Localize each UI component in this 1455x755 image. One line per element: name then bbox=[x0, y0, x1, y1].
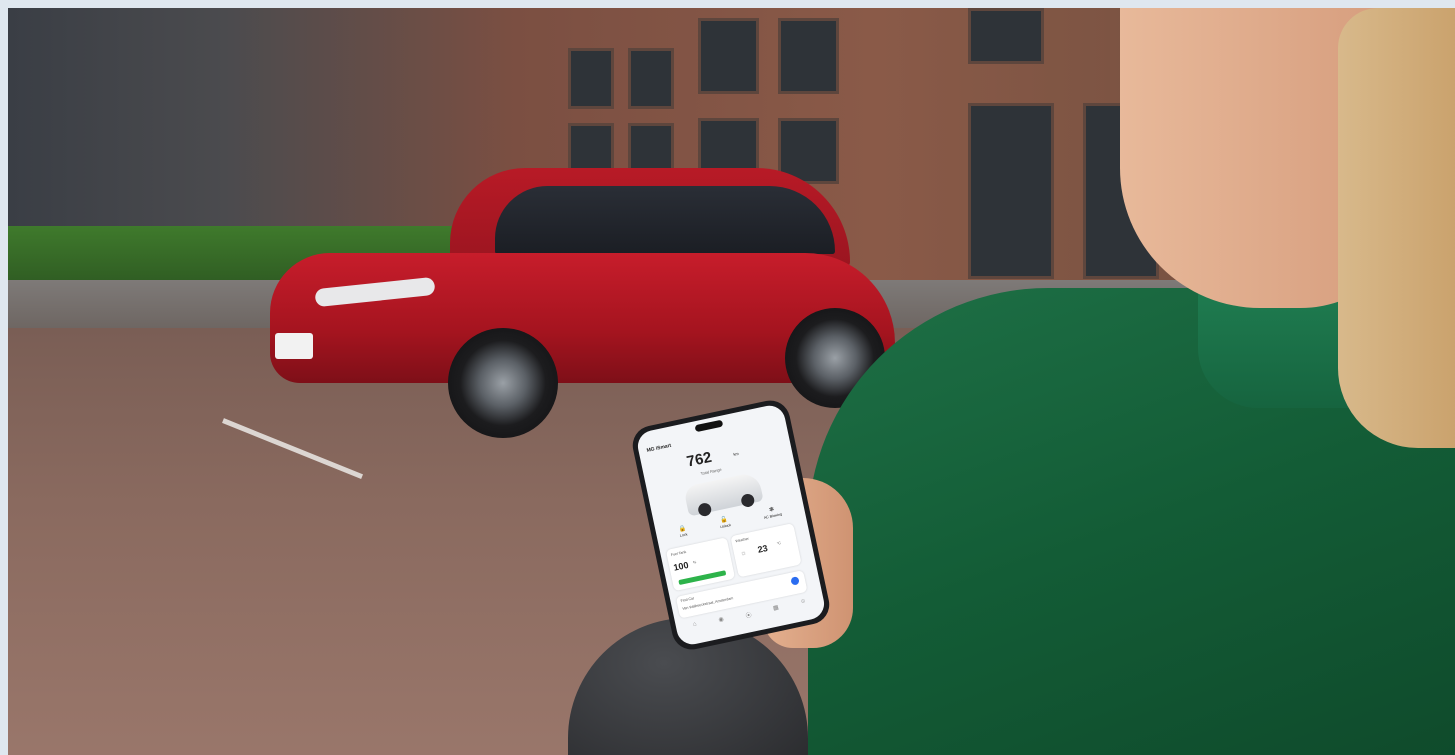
car-icon[interactable]: ◉ bbox=[718, 616, 725, 626]
fuel-card[interactable]: Fuel Tank 100 % bbox=[665, 537, 736, 592]
weather-unit: °C bbox=[776, 541, 782, 546]
home-icon[interactable]: ⌂ bbox=[692, 621, 697, 631]
fuel-value: 100 bbox=[672, 559, 690, 573]
weather-card[interactable]: Weather ☼ 23 °C bbox=[730, 523, 802, 578]
unlock-button[interactable]: 🔓 Unlock bbox=[718, 516, 732, 530]
car-windows bbox=[495, 186, 835, 254]
building-door bbox=[968, 103, 1054, 279]
front-wheel bbox=[448, 328, 558, 438]
range-value: 762 bbox=[685, 448, 714, 471]
fuel-bar bbox=[678, 570, 727, 586]
navigate-icon[interactable] bbox=[790, 576, 800, 586]
lock-button[interactable]: 🔒 Lock bbox=[678, 525, 688, 537]
action-label: Lock bbox=[679, 532, 688, 538]
app-title: MG iSmart bbox=[646, 442, 672, 454]
car-plate bbox=[275, 333, 313, 359]
action-label: AC Blowing bbox=[763, 512, 783, 520]
red-suv bbox=[270, 168, 900, 438]
marketing-photo: MG iSmart 762 km Total Range 🔒 Lock 🔓 Un… bbox=[8, 8, 1455, 755]
dynamic-island bbox=[694, 419, 724, 433]
car-render bbox=[683, 471, 764, 518]
ac-button[interactable]: ✻ AC Blowing bbox=[762, 505, 782, 520]
sun-icon: ☼ bbox=[739, 549, 748, 558]
person-hair bbox=[1338, 8, 1455, 448]
building-window bbox=[968, 8, 1044, 64]
range-label: Total Range bbox=[700, 466, 723, 477]
weather-label: Weather bbox=[735, 536, 750, 544]
weather-value: 23 bbox=[756, 543, 769, 555]
action-label: Unlock bbox=[719, 523, 732, 530]
find-car-label: Find Car bbox=[680, 596, 695, 604]
building-window bbox=[568, 48, 614, 109]
building-window bbox=[628, 48, 674, 109]
fuel-label: Fuel Tank bbox=[670, 549, 687, 558]
building-window bbox=[778, 18, 839, 94]
fuel-unit: % bbox=[692, 560, 697, 565]
building-window bbox=[698, 18, 759, 94]
render-wheel bbox=[740, 492, 756, 509]
range-unit: km bbox=[732, 450, 740, 457]
location-icon[interactable]: ⦿ bbox=[745, 610, 752, 620]
profile-icon[interactable]: ☺ bbox=[800, 598, 808, 608]
services-icon[interactable]: ▦ bbox=[772, 604, 780, 614]
render-wheel bbox=[697, 501, 713, 518]
